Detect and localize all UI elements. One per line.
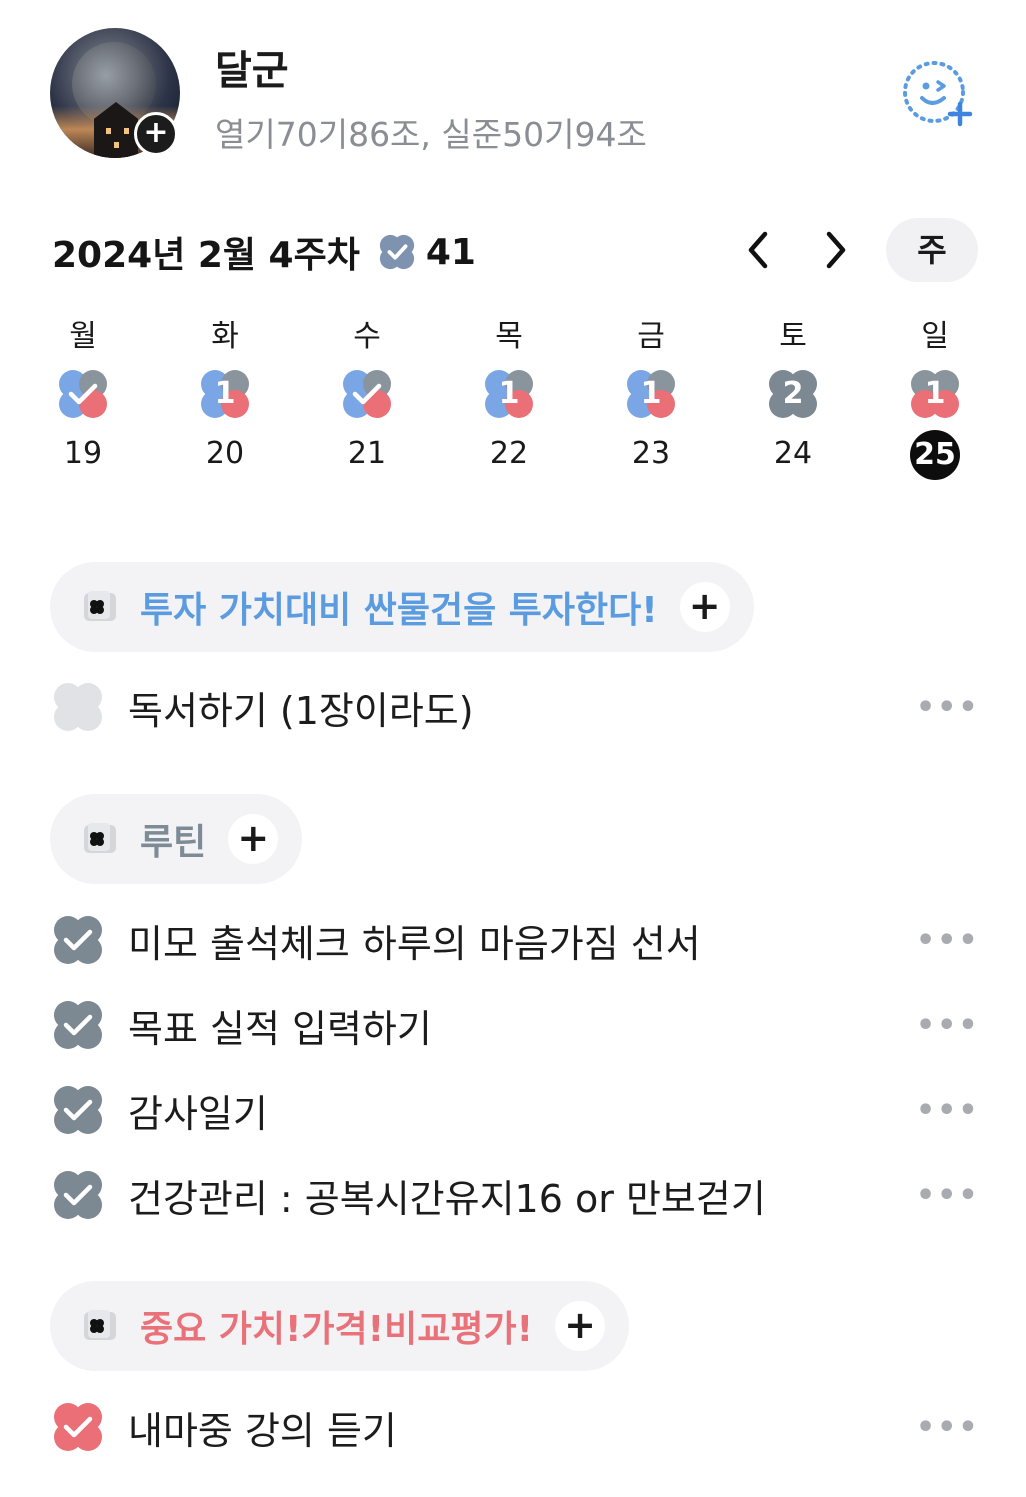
more-dots-icon[interactable]: ••• <box>916 1093 978 1128</box>
clover-check-icon <box>379 234 414 270</box>
day-column[interactable]: 월 19 <box>43 318 123 474</box>
user-name: 달군 <box>215 48 289 94</box>
day-date-today: 25 <box>910 430 960 480</box>
avatar-add-button[interactable]: + <box>134 112 178 156</box>
more-dots-icon[interactable]: ••• <box>916 1410 978 1445</box>
add-task-button[interactable]: + <box>555 1301 605 1351</box>
more-dots-icon[interactable]: ••• <box>916 690 978 725</box>
clover-check-icon[interactable] <box>50 1082 106 1138</box>
week-title: 2024년 2월 4주차 41 <box>52 226 476 278</box>
category-label: 중요 가치!가격!비교평가! <box>140 1309 533 1350</box>
folder-icon <box>84 823 116 853</box>
clover-count-icon: 1 <box>197 366 253 422</box>
folder-icon <box>84 1310 116 1340</box>
folder-icon <box>84 591 116 621</box>
clover-count-icon: 1 <box>907 366 963 422</box>
view-mode-toggle[interactable]: 주 <box>886 218 978 282</box>
day-column[interactable]: 화 1 20 <box>185 318 265 474</box>
day-name: 화 <box>211 319 239 354</box>
add-task-button[interactable]: + <box>228 814 279 864</box>
day-name: 금 <box>637 319 665 354</box>
day-name: 일 <box>921 319 949 354</box>
task-row[interactable]: 내마중 강의 듣기 ••• <box>50 1392 978 1462</box>
task-text: 건강관리 : 공복시간유지16 or 만보걷기 <box>128 1176 766 1221</box>
day-badge: 1 <box>498 376 520 411</box>
task-row[interactable]: 독서하기 (1장이라도) ••• <box>50 672 978 742</box>
day-date: 21 <box>347 436 387 471</box>
day-badge: 1 <box>924 376 946 411</box>
task-row[interactable]: 건강관리 : 공복시간유지16 or 만보걷기 ••• <box>50 1160 978 1230</box>
task-row[interactable]: 감사일기 ••• <box>50 1075 978 1145</box>
day-badge: 1 <box>640 376 662 411</box>
task-text: 미모 출석체크 하루의 마음가짐 선서 <box>128 921 701 966</box>
task-row[interactable]: 미모 출석체크 하루의 마음가짐 선서 ••• <box>50 905 978 975</box>
category-chip[interactable]: 중요 가치!가격!비교평가! + <box>50 1281 629 1371</box>
clover-count-icon: 2 <box>765 366 821 422</box>
clover-check-icon[interactable] <box>50 1399 106 1455</box>
task-text: 독서하기 (1장이라도) <box>128 688 474 733</box>
clover-check-icon[interactable] <box>50 912 106 968</box>
category-chip[interactable]: 투자 가치대비 싼물건을 투자한다! + <box>50 562 754 652</box>
clover-check-icon[interactable] <box>50 997 106 1053</box>
day-badge: 1 <box>214 376 236 411</box>
day-date: 19 <box>63 436 103 471</box>
day-column[interactable]: 수 21 <box>327 318 407 474</box>
smiley-plus-icon[interactable] <box>900 58 976 130</box>
clover-empty-icon[interactable] <box>50 679 106 735</box>
more-dots-icon[interactable]: ••• <box>916 1008 978 1043</box>
chevron-right-icon[interactable] <box>812 226 860 274</box>
more-dots-icon[interactable]: ••• <box>916 923 978 958</box>
day-column[interactable]: 금 1 23 <box>611 318 691 474</box>
add-task-button[interactable]: + <box>679 582 730 632</box>
day-date: 20 <box>205 436 245 471</box>
task-row[interactable]: 목표 실적 입력하기 ••• <box>50 990 978 1060</box>
day-column[interactable]: 일 1 25 <box>895 318 975 480</box>
day-column[interactable]: 토 2 24 <box>753 318 833 474</box>
category-chip[interactable]: 루틴 + <box>50 794 303 884</box>
clover-done-icon <box>339 366 395 422</box>
task-text: 감사일기 <box>128 1091 268 1136</box>
clover-check-icon[interactable] <box>50 1167 106 1223</box>
day-column[interactable]: 목 1 22 <box>469 318 549 474</box>
clover-done-icon <box>55 366 111 422</box>
task-text: 목표 실적 입력하기 <box>128 1006 432 1051</box>
day-badge: 2 <box>782 376 804 411</box>
day-date: 23 <box>631 436 671 471</box>
day-name: 토 <box>779 319 807 354</box>
chevron-left-icon[interactable] <box>734 226 782 274</box>
day-date: 22 <box>489 436 529 471</box>
week-label: 2024년 2월 4주차 <box>52 235 360 276</box>
clover-count-icon: 1 <box>481 366 537 422</box>
task-text: 내마중 강의 듣기 <box>128 1408 397 1453</box>
category-label: 투자 가치대비 싼물건을 투자한다! <box>140 590 658 631</box>
more-dots-icon[interactable]: ••• <box>916 1178 978 1213</box>
category-label: 루틴 <box>140 822 207 863</box>
day-name: 월 <box>69 319 97 354</box>
day-name: 수 <box>353 319 381 354</box>
day-name: 목 <box>495 319 523 354</box>
week-count: 41 <box>425 231 476 273</box>
day-date: 24 <box>773 436 813 471</box>
user-bio: 열기70기86조, 실준50기94조 <box>215 115 647 154</box>
clover-count-icon: 1 <box>623 366 679 422</box>
